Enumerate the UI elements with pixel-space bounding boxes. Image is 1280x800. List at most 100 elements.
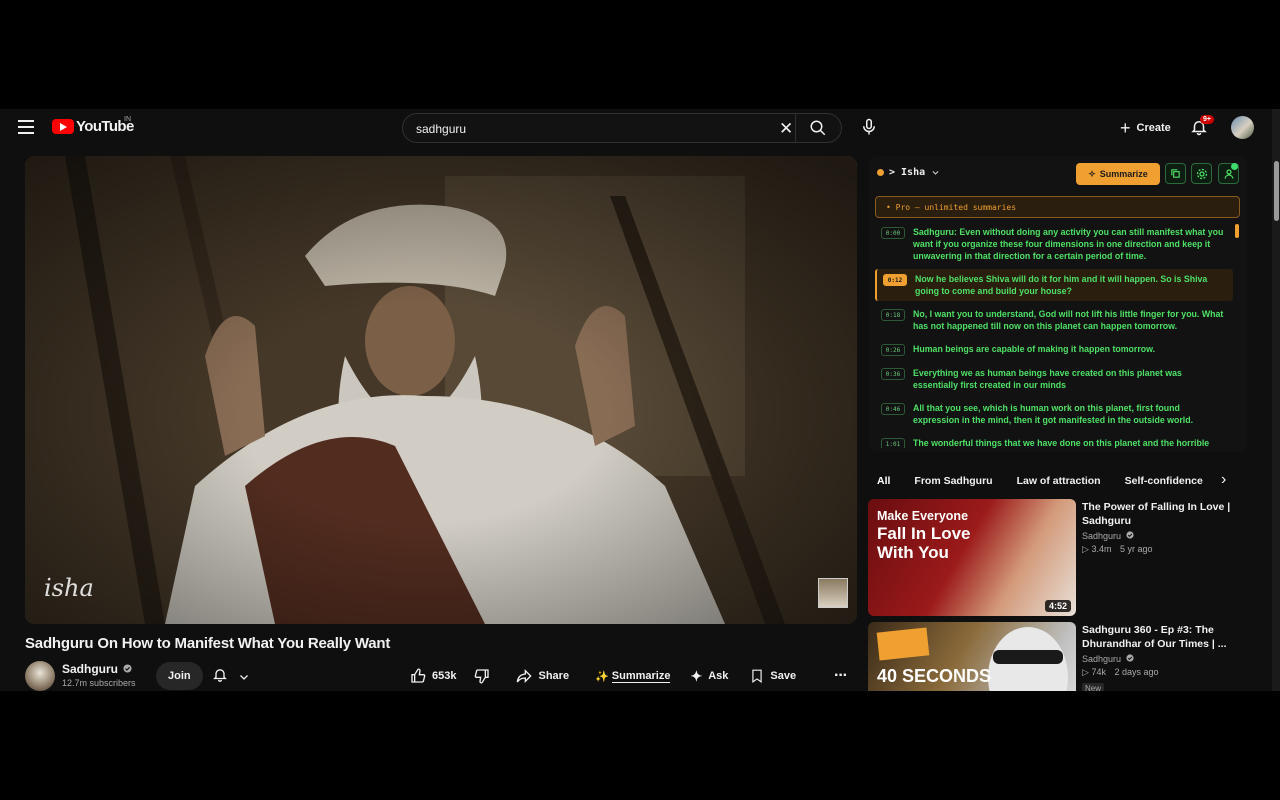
transcript-line[interactable]: 0:12 Now he believes Shiva will do it for…	[875, 269, 1233, 301]
video-duration: 4:52	[1044, 600, 1071, 612]
video-channel[interactable]: Sadhguru	[1082, 531, 1242, 541]
search-box[interactable]: sadhguru ✕	[402, 113, 842, 143]
channel-avatar[interactable]	[25, 661, 55, 691]
create-button[interactable]: + Create	[1112, 115, 1179, 141]
like-count: 653k	[432, 670, 457, 682]
transcript-line[interactable]: 0:26 Human beings are capable of making i…	[875, 339, 1233, 360]
chevron-right-icon[interactable]: ›	[1221, 471, 1226, 489]
bookmark-icon	[752, 669, 763, 683]
chip-all[interactable]: All	[869, 469, 898, 493]
upload-age: 5 yr ago	[1119, 544, 1153, 554]
video-title[interactable]: Sadhguru 360 - Ep #3: The Dhurandhar of …	[1082, 623, 1242, 651]
settings-button[interactable]	[1191, 163, 1212, 184]
transcript-timestamp[interactable]: 0:36	[881, 368, 905, 380]
copy-button[interactable]	[1165, 163, 1186, 184]
more-options-icon[interactable]: ···	[834, 667, 848, 685]
channel-watermark-thumb[interactable]	[818, 578, 848, 608]
search-button[interactable]	[795, 114, 841, 142]
microphone-icon	[863, 118, 875, 135]
video-title[interactable]: The Power of Falling In Love | Sadhguru	[1082, 500, 1242, 528]
subscription-bell-button[interactable]	[212, 666, 250, 688]
youtube-logo[interactable]: YouTube IN	[52, 116, 134, 135]
join-button[interactable]: Join	[156, 662, 203, 690]
page-scrollbar[interactable]	[1272, 109, 1280, 691]
status-dot	[877, 169, 884, 176]
extension-brand-name: Isha	[901, 167, 926, 178]
transcript-text: Human beings are capable of making it ha…	[913, 344, 1156, 354]
gear-icon	[1196, 168, 1207, 179]
menu-icon[interactable]	[18, 120, 34, 134]
share-button[interactable]: Share	[516, 668, 569, 684]
recommended-video[interactable]: Make Everyone Fall In Love With You 4:52…	[868, 499, 1248, 617]
account-avatar[interactable]	[1231, 116, 1254, 139]
transcript-scrollbar[interactable]	[1235, 224, 1239, 238]
transcript-line[interactable]: 1:01 The wonderful things that we have do…	[875, 433, 1233, 448]
transcript-text: The wonderful things that we have done o…	[913, 438, 1210, 448]
save-label: Save	[770, 670, 797, 682]
new-badge: New	[1082, 683, 1105, 691]
create-label: Create	[1136, 122, 1171, 134]
share-label: Share	[538, 670, 570, 682]
recommended-video[interactable]: 40 SECONDS Sadhguru 360 - Ep #3: The Dhu…	[868, 622, 1248, 691]
youtube-play-icon	[52, 119, 74, 134]
transcript-line[interactable]: 0:18 No, I want you to understand, God wi…	[875, 304, 1233, 336]
video-title: Sadhguru On How to Manifest What You Rea…	[25, 635, 391, 652]
video-info: Sadhguru 360 - Ep #3: The Dhurandhar of …	[1082, 623, 1242, 691]
video-channel[interactable]: Sadhguru	[1082, 654, 1242, 664]
verified-icon	[123, 664, 132, 673]
summarizer-extension-panel: > Isha ✧ Summarize • Pro — unlimited sum…	[869, 156, 1247, 452]
chip-from-sadhguru[interactable]: From Sadhguru	[906, 469, 1001, 493]
transcript-timestamp[interactable]: 0:46	[881, 403, 905, 415]
thumbs-up-icon	[411, 668, 426, 683]
star-sparkle-icon: ✦	[690, 667, 703, 684]
online-indicator	[1231, 163, 1238, 170]
top-bar: YouTube IN sadhguru ✕ + Create 9+	[0, 109, 1280, 147]
bell-icon	[213, 669, 227, 682]
dislike-button[interactable]	[474, 668, 496, 684]
clear-search-icon[interactable]: ✕	[779, 119, 793, 139]
transcript-text: All that you see, which is human work on…	[913, 403, 1194, 425]
notification-badge: 9+	[1200, 115, 1214, 124]
play-icon: ▷	[1082, 544, 1089, 554]
voice-search-button[interactable]	[860, 117, 878, 142]
chip-self-confidence[interactable]: Self-confidence	[1116, 469, 1211, 493]
video-player[interactable]: isha	[25, 156, 857, 624]
extension-summarize-button[interactable]: ✧ Summarize	[1076, 163, 1160, 185]
transcript-list[interactable]: 0:00 Sadhguru: Even without doing any act…	[875, 222, 1233, 448]
plus-icon: +	[1120, 117, 1131, 138]
transcript-timestamp[interactable]: 0:00	[881, 227, 905, 239]
like-button[interactable]: 653k	[410, 668, 456, 684]
video-thumbnail[interactable]: 40 SECONDS	[868, 622, 1076, 691]
transcript-timestamp[interactable]: 0:12	[883, 274, 907, 286]
video-meta: ▷ 3.4m 5 yr ago	[1082, 544, 1242, 555]
extension-brand[interactable]: > Isha	[877, 167, 940, 178]
save-button[interactable]: Save	[750, 668, 796, 684]
transcript-timestamp[interactable]: 0:18	[881, 309, 905, 321]
channel-name-text: Sadhguru	[62, 662, 118, 676]
country-code: IN	[124, 116, 131, 123]
transcript-line[interactable]: 0:36 Everything we as human beings have c…	[875, 363, 1233, 395]
transcript-line[interactable]: 0:46 All that you see, which is human wor…	[875, 398, 1233, 430]
copy-icon	[1171, 169, 1180, 178]
transcript-timestamp[interactable]: 1:01	[881, 438, 905, 448]
transcript-line[interactable]: 0:00 Sadhguru: Even without doing any act…	[875, 222, 1233, 266]
thumbnail-text: Make Everyone	[877, 509, 969, 523]
extension-summarize-label: Summarize	[1099, 169, 1148, 179]
chip-law-of-attraction[interactable]: Law of attraction	[1008, 469, 1109, 493]
transcript-timestamp[interactable]: 0:26	[881, 344, 905, 356]
channel-name[interactable]: Sadhguru	[62, 662, 132, 676]
search-input[interactable]: sadhguru	[416, 122, 466, 136]
filter-chips: All From Sadhguru Law of attraction Self…	[869, 469, 1247, 493]
summarize-action-button[interactable]: ✨ Summarize	[595, 670, 671, 683]
youtube-app: YouTube IN sadhguru ✕ + Create 9+ isha S…	[0, 109, 1280, 691]
play-icon: ▷	[1082, 667, 1089, 677]
page-scrollbar-thumb[interactable]	[1274, 161, 1279, 221]
thumbnail-text: Fall In Love	[877, 524, 971, 543]
verified-icon	[1125, 531, 1134, 539]
transcript-text: Now he believes Shiva will do it for him…	[915, 274, 1208, 296]
ask-button[interactable]: ✦ Ask	[690, 668, 728, 685]
video-thumbnail[interactable]: Make Everyone Fall In Love With You 4:52	[868, 499, 1076, 616]
thumbnail-text: With You	[877, 543, 949, 562]
thumbnail-text: 40 SECONDS	[877, 666, 992, 686]
pro-banner: • Pro — unlimited summaries	[875, 196, 1240, 218]
